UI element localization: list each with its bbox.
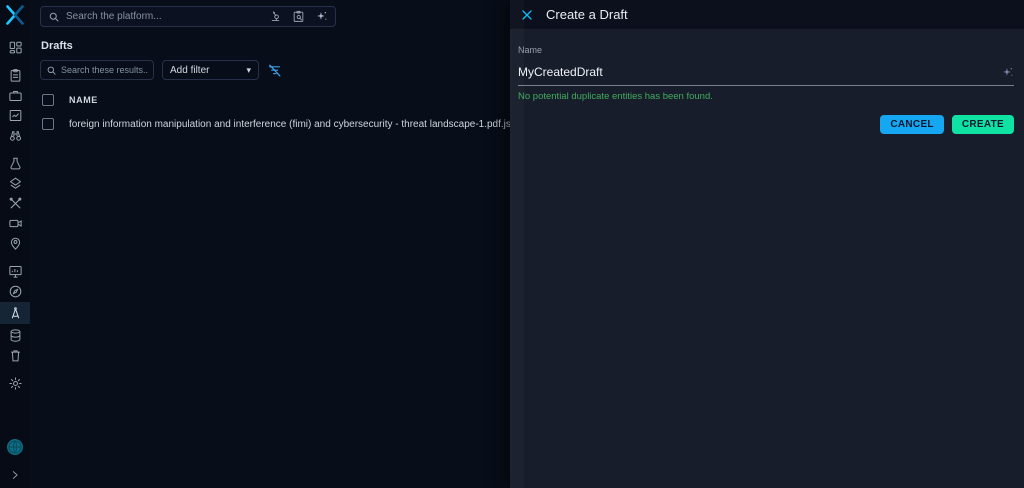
drawer-header: Create a Draft (510, 0, 1024, 30)
trash-icon (8, 348, 23, 363)
expand-sidebar-chevron-icon[interactable] (10, 467, 20, 485)
sidebar-item-data[interactable] (0, 326, 30, 344)
layers-icon (8, 176, 23, 191)
drawer-body: Name No potential duplicate entities has… (510, 30, 1024, 134)
name-field-label: Name (518, 45, 542, 55)
select-all-checkbox[interactable] (42, 94, 54, 106)
compass-icon (8, 284, 23, 299)
sidebar-item-dashboard[interactable] (0, 38, 30, 56)
duplicate-check-message: No potential duplicate entities has been… (518, 91, 1014, 102)
video-camera-icon (8, 216, 23, 231)
sidebar-bottom (7, 439, 23, 488)
opencti-screen: Drafts Add filter ▾ NAME (0, 0, 1024, 488)
biotech-icon[interactable] (269, 10, 282, 23)
close-icon[interactable] (521, 9, 533, 21)
sidebar-rail (0, 0, 30, 488)
sidebar-item-investigations[interactable] (0, 282, 30, 300)
add-filter-select[interactable]: Add filter ▾ (162, 60, 259, 80)
content-paste-search-icon[interactable] (292, 10, 305, 23)
chevron-down-icon: ▾ (246, 65, 251, 76)
sidebar-item-analyses[interactable] (0, 66, 30, 84)
sidebar-item-trash[interactable] (0, 346, 30, 364)
ai-sparkle-icon[interactable] (1001, 66, 1014, 79)
results-search-input[interactable] (61, 65, 148, 75)
search-bar-actions (269, 10, 328, 23)
sidebar-item-dashboards[interactable] (0, 262, 30, 280)
row-checkbox[interactable] (42, 118, 54, 130)
drawer-title: Create a Draft (546, 7, 628, 22)
database-icon (8, 328, 23, 343)
timeline-chart-icon (8, 108, 23, 123)
create-button[interactable]: CREATE (952, 115, 1014, 134)
sidebar-item-entities[interactable] (0, 214, 30, 232)
tools-icon (8, 196, 23, 211)
briefcase-icon (8, 88, 23, 103)
flask-icon (8, 156, 23, 171)
dashboard-icon (8, 40, 23, 55)
column-header-name[interactable]: NAME (69, 95, 98, 105)
sidebar-item-threats[interactable] (0, 154, 30, 172)
filter-off-icon[interactable] (267, 63, 282, 78)
table-header: NAME (42, 94, 98, 106)
filters-toolbar: Add filter ▾ (40, 60, 282, 80)
xtm-logo[interactable] (3, 3, 27, 27)
name-field (518, 61, 1014, 86)
sidebar-item-cases[interactable] (0, 86, 30, 104)
ai-sparkle-icon[interactable] (315, 10, 328, 23)
platform-search-input[interactable] (66, 11, 263, 22)
sidebar-item-locations[interactable] (0, 234, 30, 252)
results-search-box (40, 60, 154, 80)
sidebar-item-drafts[interactable] (0, 302, 30, 324)
page-title: Drafts (41, 40, 73, 52)
sidebar-item-events[interactable] (0, 106, 30, 124)
globe-icon (7, 439, 23, 455)
search-icon (48, 11, 60, 23)
create-draft-drawer: Create a Draft Name No potential duplica… (510, 0, 1024, 488)
cancel-button[interactable]: CANCEL (880, 115, 943, 134)
table-row[interactable]: foreign information manipulation and int… (42, 118, 522, 130)
map-pin-icon (8, 236, 23, 251)
drawer-actions: CANCEL CREATE (518, 115, 1014, 134)
draft-row-name[interactable]: foreign information manipulation and int… (69, 119, 522, 130)
sidebar-item-arsenal[interactable] (0, 174, 30, 192)
add-filter-label: Add filter (170, 65, 209, 76)
user-avatar[interactable] (7, 439, 23, 455)
name-input[interactable] (518, 65, 1001, 79)
binoculars-icon (8, 128, 23, 143)
sidebar-item-settings[interactable] (0, 374, 30, 392)
search-icon (46, 65, 57, 76)
clipboard-icon (8, 68, 23, 83)
platform-search-bar (40, 6, 336, 27)
gear-icon (8, 376, 23, 391)
sidebar-item-observations[interactable] (0, 126, 30, 144)
architecture-icon (8, 306, 23, 321)
drafts-page: Drafts Add filter ▾ NAME (30, 0, 510, 488)
monitor-chart-icon (8, 264, 23, 279)
sidebar-item-techniques[interactable] (0, 194, 30, 212)
